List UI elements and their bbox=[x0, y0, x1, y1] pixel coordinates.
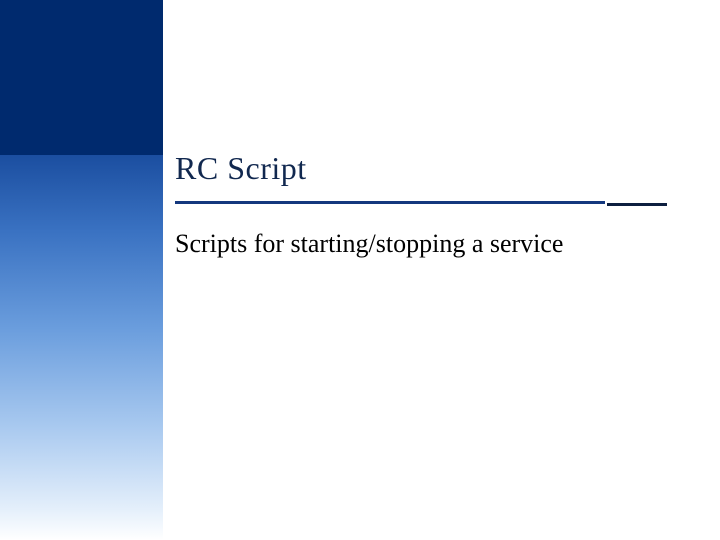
content-area: RC Script Scripts for starting/stopping … bbox=[175, 150, 680, 259]
title-rule-line bbox=[175, 201, 605, 204]
slide: RC Script Scripts for starting/stopping … bbox=[0, 0, 720, 540]
top-left-band bbox=[0, 0, 163, 155]
slide-subtitle: Scripts for starting/stopping a service bbox=[175, 229, 680, 259]
slide-title: RC Script bbox=[175, 150, 680, 187]
title-rule-shadow bbox=[607, 203, 667, 206]
side-gradient-band bbox=[0, 155, 163, 540]
title-rule bbox=[175, 197, 680, 207]
